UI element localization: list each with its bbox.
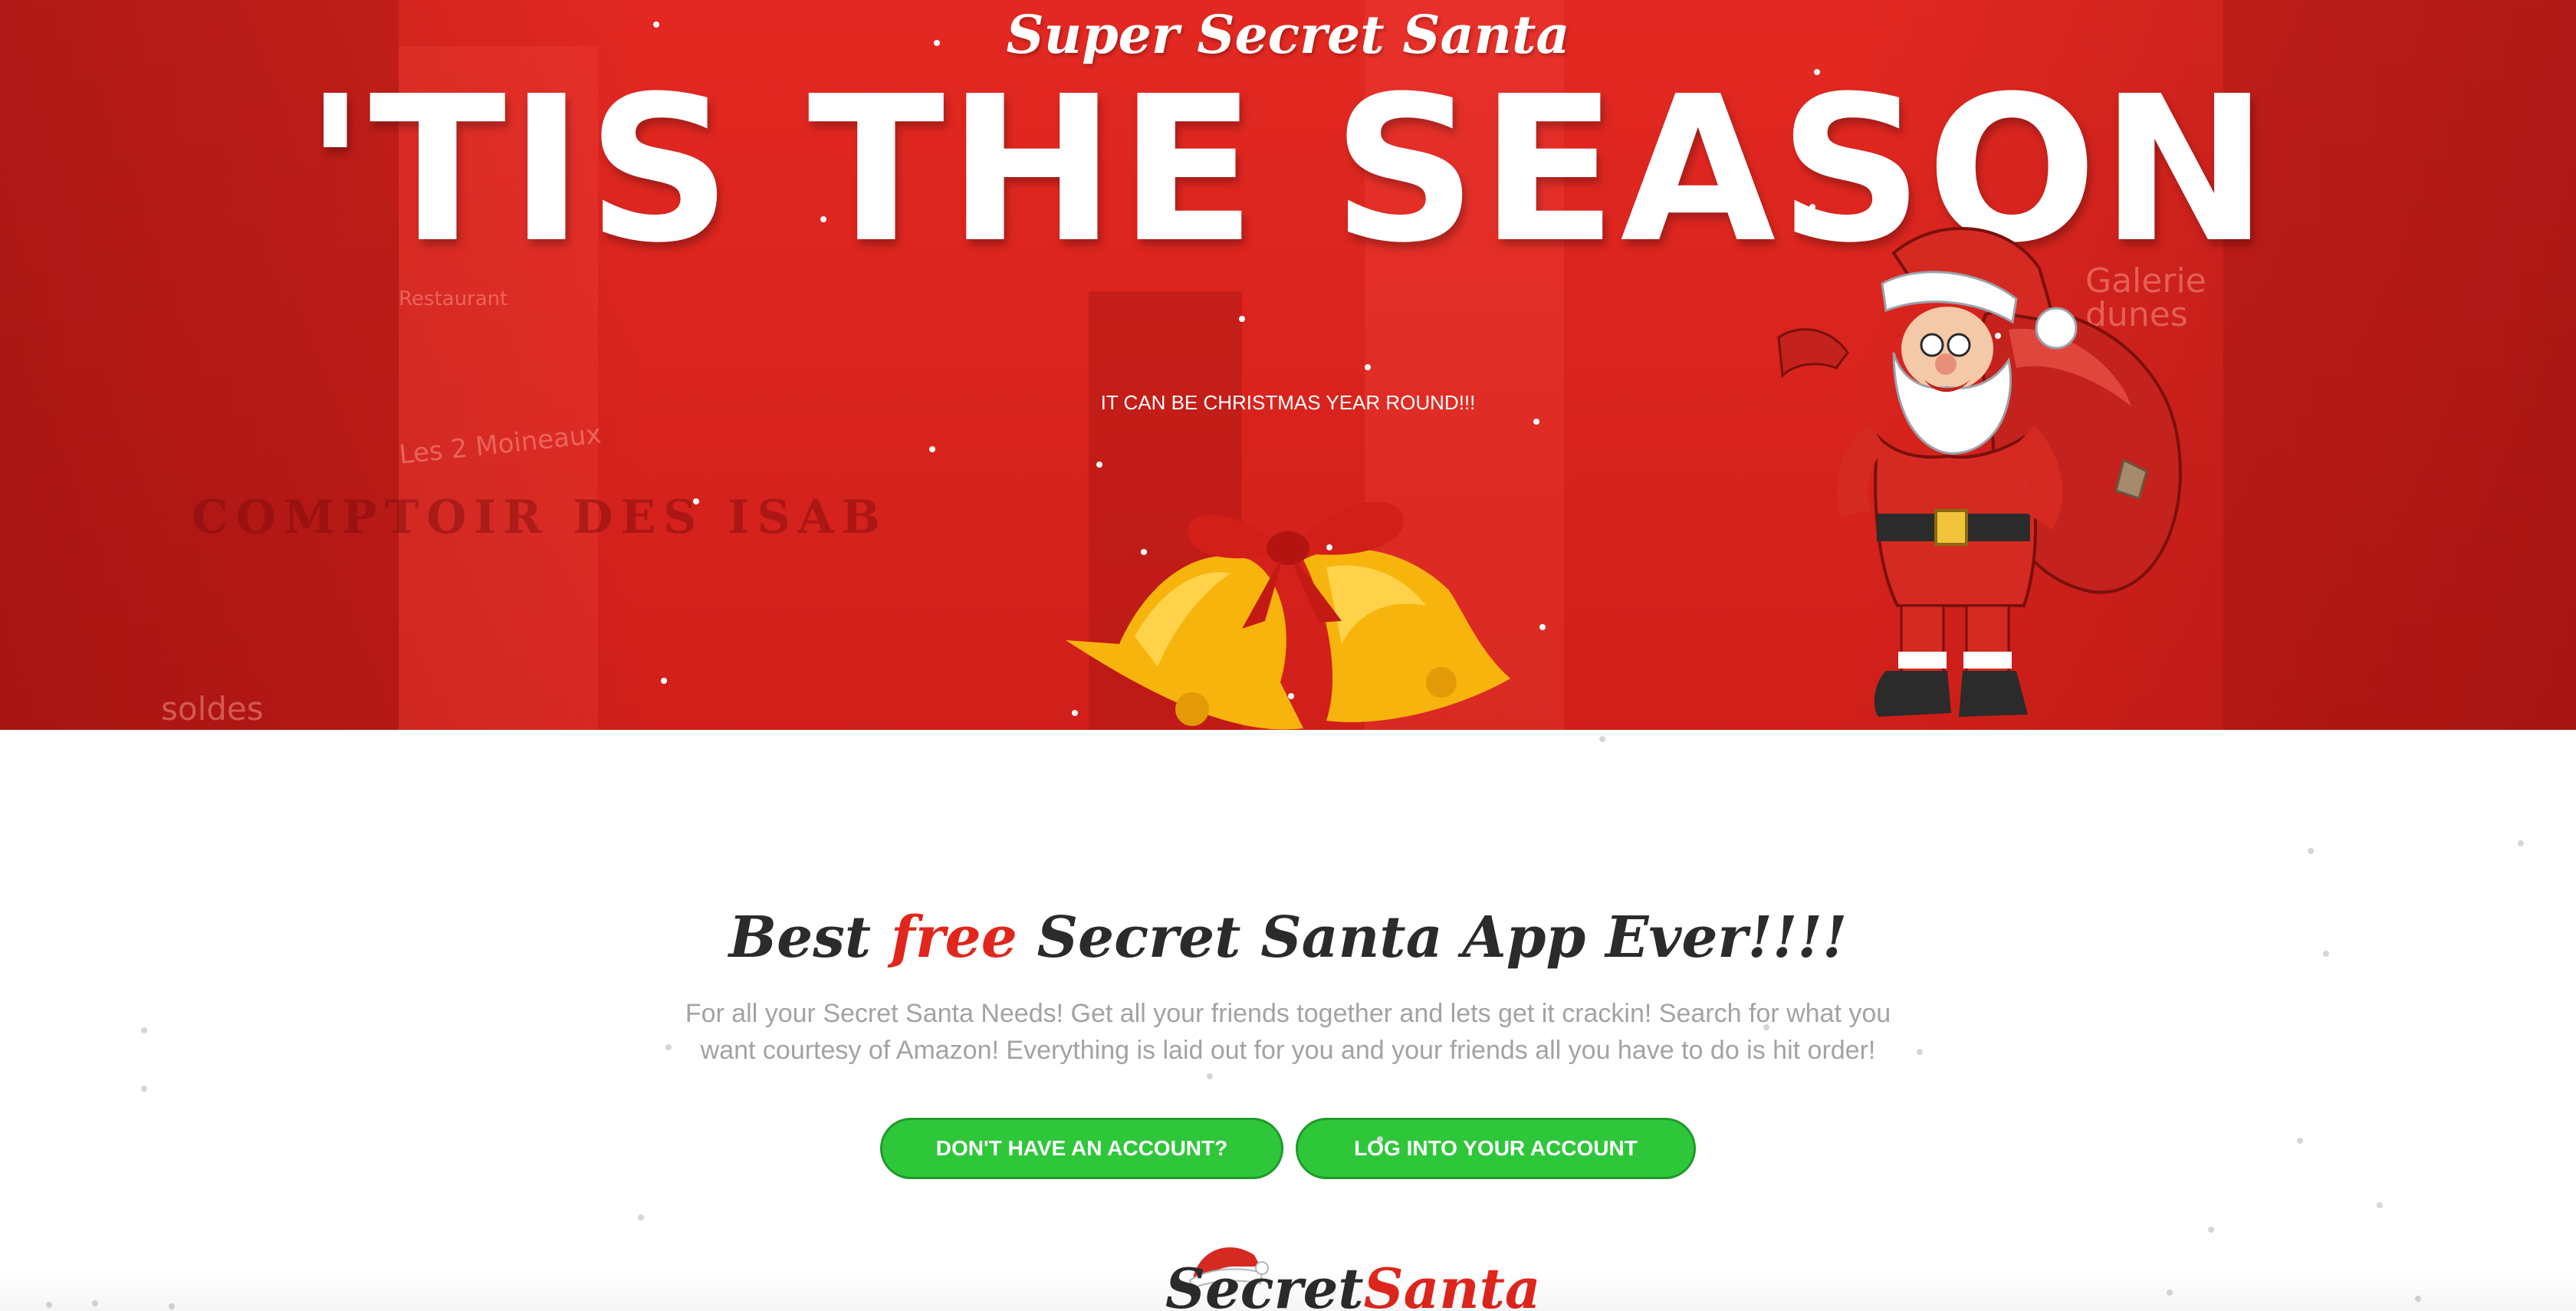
bells-icon [1066, 501, 1510, 730]
shop-sign-comptoir: COMPTOIR DES ISAB [192, 491, 888, 544]
bell-left [1066, 555, 1303, 730]
login-button[interactable]: LOG INTO YOUR ACCOUNT [1296, 1118, 1696, 1179]
content-description: For all your Secret Santa Needs! Get all… [685, 999, 1891, 1065]
snowflake [1096, 462, 1102, 468]
snowflake [665, 1044, 672, 1050]
bell-right [1303, 548, 1510, 722]
snowflake [2297, 1138, 2303, 1144]
signup-button[interactable]: DON'T HAVE AN ACCOUNT? [880, 1118, 1283, 1179]
snowflake [1917, 1049, 1923, 1055]
snowflake [1539, 624, 1546, 630]
snowflake [661, 678, 667, 684]
snowflake [1814, 69, 1820, 75]
snowflake [1072, 710, 1078, 716]
snowflake [1995, 333, 2001, 339]
snowflake [1763, 1024, 1769, 1030]
snowflake [653, 21, 659, 28]
snowflake [929, 446, 935, 452]
snowflake [1599, 736, 1605, 742]
page: COMPTOIR DES ISAB Les 2 Moineaux Restaur… [0, 0, 2576, 1311]
snowflake [1533, 419, 1539, 425]
snowflake [934, 40, 940, 46]
snowflake [2323, 951, 2329, 957]
snowflake [1365, 364, 1371, 370]
snowflake [1207, 1073, 1213, 1079]
snowflake [2208, 1227, 2214, 1233]
snowflake [1288, 693, 1294, 699]
snowflake [2518, 840, 2524, 846]
snowflake [1377, 1136, 1383, 1142]
snowflake [693, 498, 699, 504]
snowflake [1809, 204, 1815, 210]
snowflake [638, 1214, 644, 1221]
snowflake [141, 1027, 147, 1033]
bottom-fade [0, 1273, 2576, 1311]
snowflake [1239, 316, 1245, 322]
snowflake [141, 1086, 147, 1092]
hero-banner: COMPTOIR DES ISAB Les 2 Moineaux Restaur… [0, 0, 2576, 730]
shop-sign-restaurant: Restaurant [399, 288, 508, 310]
shop-sign-soldes: soldes [161, 690, 264, 728]
santa-icon [1777, 226, 2182, 717]
content-heading: Best free Secret Santa App Ever!!!! [0, 905, 2576, 971]
heading-text-end: Secret Santa App Ever!!!! [1017, 905, 1848, 971]
snowflake [2377, 1202, 2383, 1208]
snowflake [1141, 549, 1147, 555]
snowflake [2308, 848, 2314, 854]
snowflake [1326, 544, 1332, 550]
snowflake [820, 216, 826, 222]
heading-highlight: free [890, 905, 1017, 971]
heading-text-start: Best [728, 905, 891, 971]
